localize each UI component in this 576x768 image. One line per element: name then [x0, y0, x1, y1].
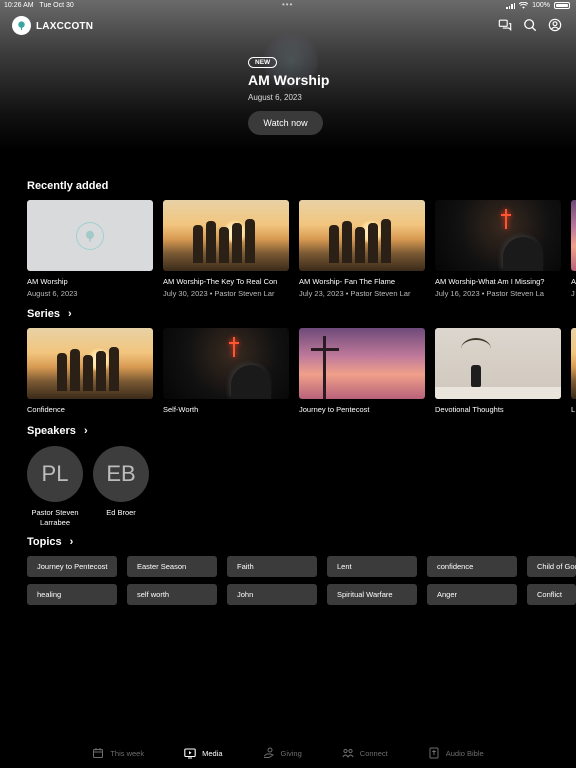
media-subtitle: August 6, 2023 — [27, 289, 78, 298]
series-card[interactable]: L — [571, 328, 576, 414]
media-card[interactable]: A J — [571, 200, 576, 298]
top-actions — [498, 18, 562, 32]
tab-audio-bible[interactable]: Audio Bible — [408, 747, 504, 759]
chevron-right-icon: › — [83, 425, 88, 437]
media-subtitle: July 16, 2023 • Pastor Steven La — [435, 289, 544, 298]
topic-chip[interactable]: Lent — [327, 556, 417, 577]
speaker-card[interactable]: EB Ed Broer — [93, 446, 149, 528]
search-icon[interactable] — [523, 18, 537, 32]
media-subtitle: July 30, 2023 • Pastor Steven Lar — [163, 289, 275, 298]
chevron-right-icon: › — [68, 308, 72, 320]
media-title: AM Worship — [27, 277, 68, 286]
topic-chip[interactable]: confidence — [427, 556, 517, 577]
topic-chip[interactable]: Faith — [227, 556, 317, 577]
series-title: Journey to Pentecost — [299, 405, 370, 414]
topics-heading[interactable]: Topics › — [27, 536, 73, 548]
topic-chip[interactable]: Anger — [427, 584, 517, 605]
chat-icon[interactable] — [498, 18, 512, 32]
topics-row-1: Journey to Pentecost Easter Season Faith… — [27, 556, 576, 577]
series-title: Confidence — [27, 405, 65, 414]
multitasking-dots[interactable]: ••• — [282, 0, 293, 9]
battery-percent: 100% — [532, 2, 550, 9]
avatar: PL — [27, 446, 83, 502]
series-title: Self-Worth — [163, 405, 199, 414]
hero-title: AM Worship — [248, 72, 330, 88]
topics-row-2: healing self worth John Spiritual Warfar… — [27, 584, 576, 605]
topic-chip[interactable]: Spiritual Warfare — [327, 584, 417, 605]
series-thumbnail — [299, 328, 425, 399]
status-right: 100% — [506, 2, 570, 9]
tv-icon — [184, 748, 196, 759]
bottom-tab-bar: This week Media Giving Connect Audio Bib… — [0, 738, 576, 768]
status-bar: 10:26 AM Tue Oct 30 ••• 100% — [0, 0, 576, 12]
series-thumbnail — [27, 328, 153, 399]
new-badge: NEW — [248, 57, 278, 68]
speakers-heading[interactable]: Speakers › — [27, 425, 88, 437]
tab-giving[interactable]: Giving — [243, 747, 322, 759]
recently-added-row[interactable]: AM Worship August 6, 2023 AM Worship-The… — [27, 200, 576, 298]
media-card[interactable]: AM Worship-The Key To Real Con July 30, … — [163, 200, 289, 298]
tab-media[interactable]: Media — [164, 747, 242, 759]
topic-chip[interactable]: self worth — [127, 584, 217, 605]
series-heading[interactable]: Series › — [27, 308, 72, 320]
calendar-icon — [93, 748, 104, 758]
chevron-right-icon: › — [69, 536, 74, 548]
series-card[interactable]: Confidence — [27, 328, 153, 414]
battery-icon — [554, 2, 570, 9]
topic-chip[interactable]: Conflict — [527, 584, 576, 605]
speaker-name: Ed Broer — [106, 508, 136, 517]
series-thumbnail — [435, 328, 561, 399]
church-logo-icon[interactable] — [12, 16, 31, 35]
topic-chip[interactable]: healing — [27, 584, 117, 605]
media-thumbnail — [571, 200, 576, 271]
series-card[interactable]: Devotional Thoughts — [435, 328, 561, 414]
topic-chip[interactable]: John — [227, 584, 317, 605]
people-icon — [342, 748, 354, 758]
bible-icon — [429, 747, 439, 759]
media-card[interactable]: AM Worship-What Am I Missing? July 16, 2… — [435, 200, 561, 298]
signal-icon — [506, 2, 516, 9]
avatar: EB — [93, 446, 149, 502]
series-thumbnail — [163, 328, 289, 399]
series-title: Devotional Thoughts — [435, 405, 504, 414]
wifi-icon — [519, 2, 529, 9]
series-title: L — [571, 405, 576, 414]
media-title: AM Worship- Fan The Flame — [299, 277, 396, 286]
media-thumbnail — [163, 200, 289, 271]
topic-chip[interactable]: Child of God — [527, 556, 576, 577]
giving-icon — [263, 747, 274, 758]
media-thumbnail — [299, 200, 425, 271]
topic-chip[interactable]: Easter Season — [127, 556, 217, 577]
media-title: AM Worship-The Key To Real Con — [163, 277, 278, 286]
tab-connect[interactable]: Connect — [322, 747, 408, 759]
series-card[interactable]: Journey to Pentecost — [299, 328, 425, 414]
speakers-row: PL Pastor Steven Larrabee EB Ed Broer — [27, 446, 149, 528]
recently-added-heading: Recently added — [27, 180, 109, 192]
brand-name[interactable]: LAXCCOTN — [36, 21, 93, 32]
media-subtitle: J — [571, 289, 575, 298]
status-time: 10:26 AM Tue Oct 30 — [4, 2, 74, 9]
media-title: A — [571, 277, 576, 286]
topic-chip[interactable]: Journey to Pentecost — [27, 556, 117, 577]
media-thumbnail — [27, 200, 153, 271]
media-title: AM Worship-What Am I Missing? — [435, 277, 545, 286]
series-thumbnail — [571, 328, 576, 399]
account-icon[interactable] — [548, 18, 562, 32]
top-bar: LAXCCOTN — [0, 14, 576, 38]
media-card[interactable]: AM Worship August 6, 2023 — [27, 200, 153, 298]
speaker-name: Pastor Steven Larrabee — [31, 508, 79, 527]
media-thumbnail — [435, 200, 561, 271]
hero-date: August 6, 2023 — [248, 93, 302, 102]
series-row[interactable]: Confidence Self-Worth Journey to Penteco… — [27, 328, 576, 414]
series-card[interactable]: Self-Worth — [163, 328, 289, 414]
watch-now-button[interactable]: Watch now — [248, 111, 323, 135]
media-subtitle: July 23, 2023 • Pastor Steven Lar — [299, 289, 411, 298]
tab-this-week[interactable]: This week — [72, 747, 164, 759]
media-card[interactable]: AM Worship- Fan The Flame July 23, 2023 … — [299, 200, 425, 298]
speaker-card[interactable]: PL Pastor Steven Larrabee — [27, 446, 83, 528]
